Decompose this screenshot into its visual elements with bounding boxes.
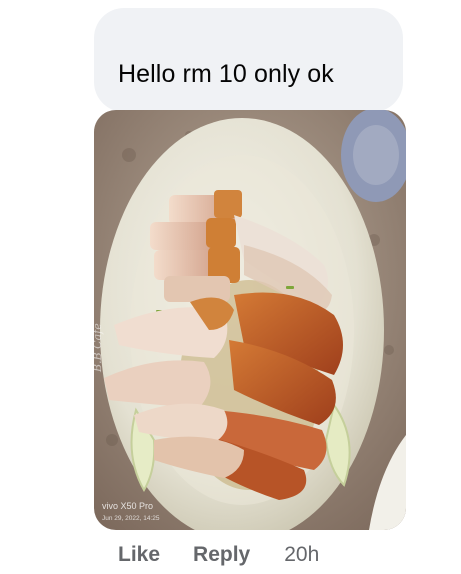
- comment-text: Hello rm 10 only ok: [118, 60, 334, 88]
- reply-button[interactable]: Reply: [193, 543, 250, 567]
- roast-pork-plate-image: B.B Cafe vivo X50 Pro Jun 29, 2022, 14:2…: [94, 110, 406, 530]
- comment-timestamp[interactable]: 20h: [284, 543, 319, 567]
- comment-action-bar: Like Reply 20h: [118, 540, 319, 570]
- comment-bubble[interactable]: Hello rm 10 only ok: [94, 8, 403, 112]
- date-watermark: Jun 29, 2022, 14:25: [102, 515, 160, 522]
- comment-photo[interactable]: B.B Cafe vivo X50 Pro Jun 29, 2022, 14:2…: [94, 110, 406, 530]
- like-button[interactable]: Like: [118, 543, 160, 567]
- device-watermark: vivo X50 Pro: [102, 501, 153, 511]
- cafe-watermark: B.B Cafe: [94, 323, 104, 373]
